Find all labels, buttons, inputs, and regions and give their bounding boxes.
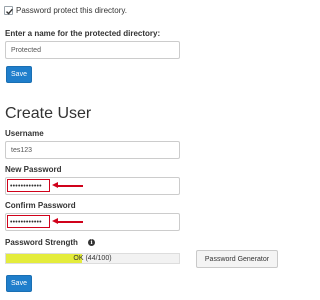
new-password-label: New Password bbox=[5, 165, 62, 174]
new-password-value: •••••••••••• bbox=[10, 183, 42, 190]
password-protect-label: Password protect this directory. bbox=[16, 6, 128, 15]
password-strength-label: Password Strength bbox=[5, 238, 78, 247]
info-circle-icon: i bbox=[88, 239, 95, 246]
password-generator-button[interactable]: Password Generator bbox=[196, 250, 278, 268]
username-value: tes123 bbox=[11, 146, 33, 154]
save-user-button[interactable]: Save bbox=[6, 275, 32, 292]
save-dir-button[interactable]: Save bbox=[6, 66, 32, 83]
arrow-shaft bbox=[57, 220, 83, 223]
username-label: Username bbox=[5, 129, 44, 138]
check-icon bbox=[6, 8, 13, 15]
protected-dir-input[interactable]: Protected bbox=[5, 41, 180, 59]
protected-dir-value: Protected bbox=[11, 46, 41, 54]
arrow-shaft bbox=[57, 184, 83, 187]
username-input[interactable]: tes123 bbox=[5, 141, 180, 159]
password-strength-meter: OK (44/100) bbox=[5, 253, 180, 264]
confirm-password-label: Confirm Password bbox=[5, 201, 76, 210]
confirm-password-value: •••••••••••• bbox=[10, 219, 42, 226]
password-protect-checkbox[interactable] bbox=[4, 6, 13, 15]
password-strength-text: OK (44/100) bbox=[73, 255, 112, 262]
protected-dir-label: Enter a name for the protected directory… bbox=[5, 29, 161, 38]
create-user-heading: Create User bbox=[5, 105, 92, 122]
